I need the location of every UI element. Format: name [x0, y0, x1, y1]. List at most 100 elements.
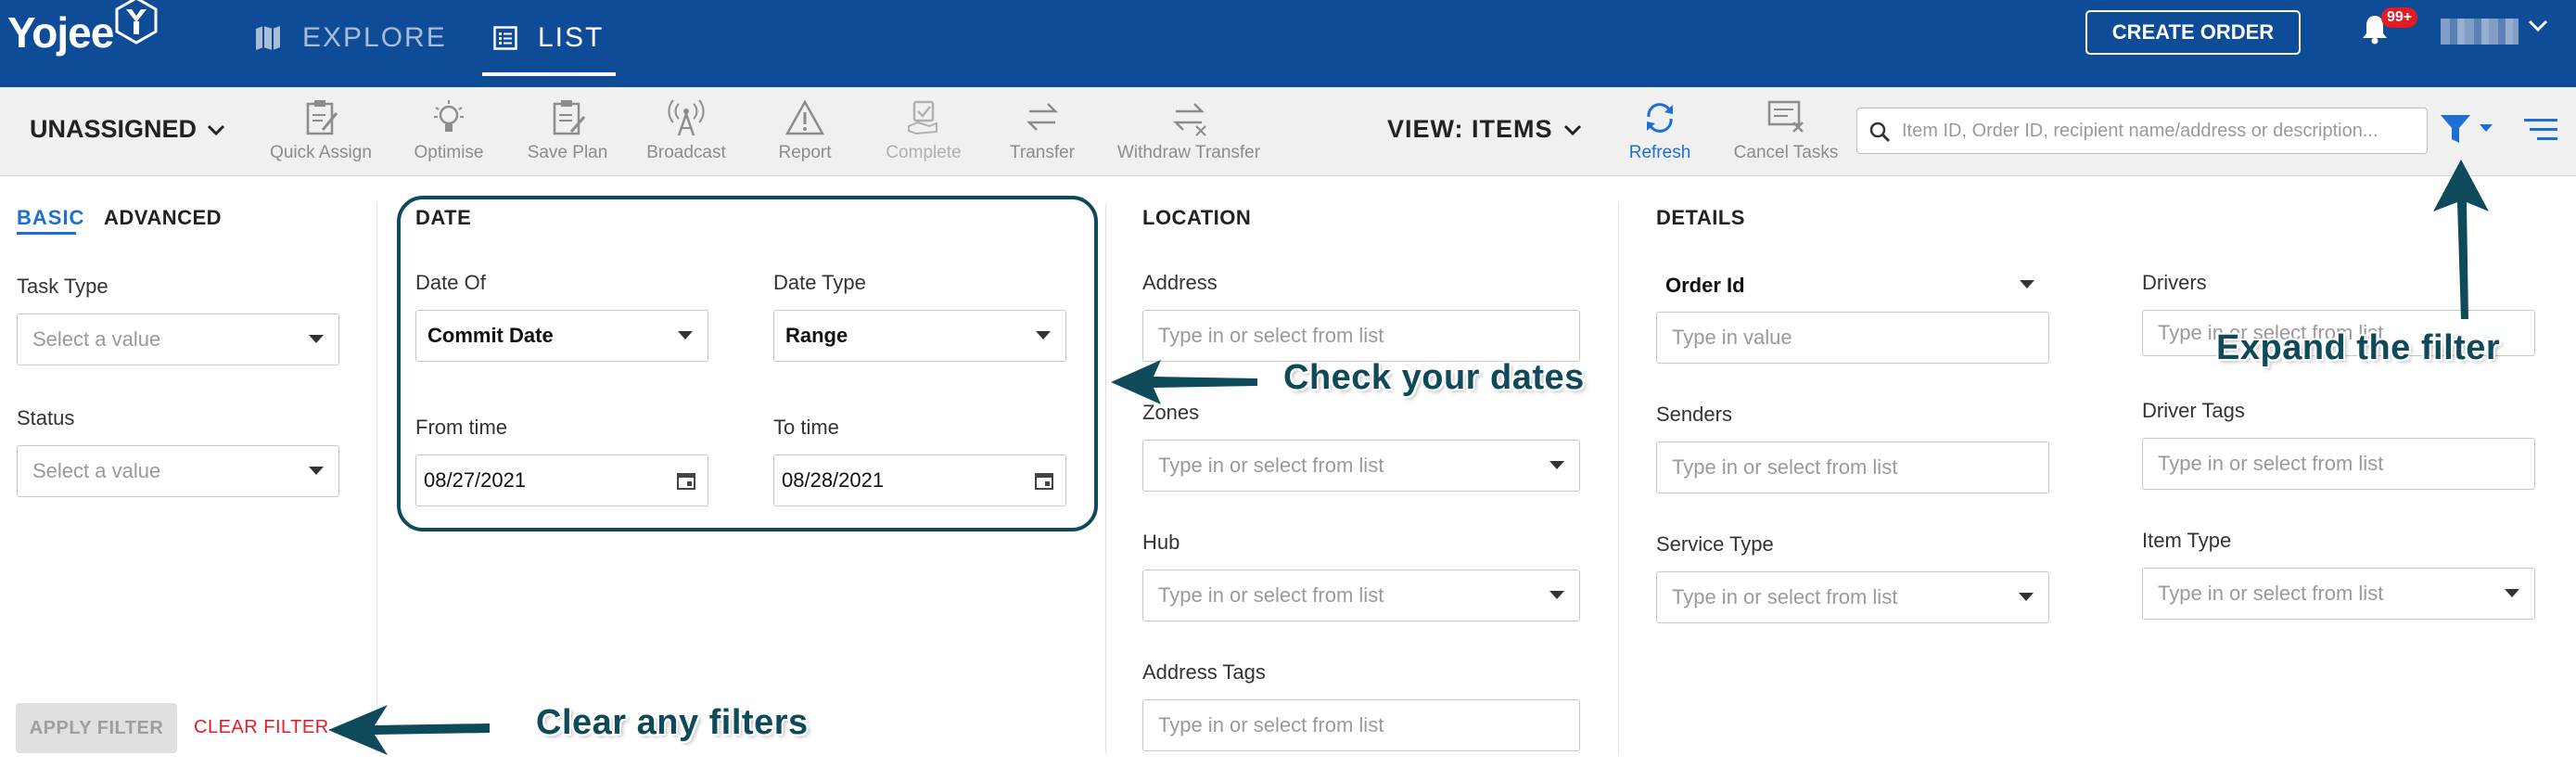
hub-label: Hub — [1142, 531, 1180, 554]
task-type-label: Task Type — [17, 275, 108, 298]
report-label: Report — [778, 143, 832, 162]
order-id-input[interactable]: Type in value — [1656, 312, 2049, 364]
assignment-view-label: UNASSIGNED — [30, 115, 198, 143]
create-order-button[interactable]: CREATE ORDER — [2085, 10, 2301, 55]
column-divider — [1618, 204, 1619, 753]
lightbulb-icon — [434, 100, 464, 132]
item-type-placeholder: Type in or select from list — [2158, 582, 2384, 605]
item-type-label: Item Type — [2142, 529, 2232, 552]
search-icon — [1869, 122, 1891, 143]
zones-select[interactable]: Type in or select from list — [1142, 440, 1580, 492]
view-selector-dropdown[interactable]: VIEW: ITEMS — [1387, 115, 1583, 144]
active-tab-indicator — [482, 72, 616, 76]
quick-assign-label: Quick Assign — [270, 143, 372, 162]
caret-down-icon — [2020, 280, 2034, 288]
senders-input[interactable]: Type in or select from list — [1656, 442, 2049, 493]
callout-check-dates: Check your dates — [1283, 358, 1585, 397]
withdraw-transfer-button[interactable]: Withdraw Transfer — [1109, 98, 1269, 163]
list-icon — [493, 26, 517, 50]
nav-tab-list-label: LIST — [538, 22, 605, 53]
column-divider — [1105, 204, 1106, 753]
chevron-down-icon — [207, 124, 225, 135]
brand-logo[interactable]: Yojee — [7, 0, 158, 58]
transfer-button[interactable]: Transfer — [994, 98, 1090, 163]
clipboard-edit-icon — [306, 100, 338, 135]
callout-clear-filters: Clear any filters — [536, 703, 809, 742]
callout-arrow-left-icon — [328, 705, 490, 755]
hub-placeholder: Type in or select from list — [1158, 583, 1384, 607]
yojee-logo-icon — [115, 0, 158, 45]
address-tags-label: Address Tags — [1142, 660, 1266, 684]
driver-tags-label: Driver Tags — [2142, 399, 2245, 422]
cancel-tasks-label: Cancel Tasks — [1733, 143, 1839, 162]
map-icon — [256, 26, 280, 50]
service-type-select[interactable]: Type in or select from list — [1656, 571, 2049, 623]
complete-button[interactable]: Complete — [877, 98, 970, 163]
item-type-select[interactable]: Type in or select from list — [2142, 568, 2535, 620]
view-selector-label: VIEW: ITEMS — [1387, 115, 1553, 143]
user-name-redacted[interactable] — [2441, 19, 2519, 45]
caret-down-icon — [1549, 461, 1564, 469]
clear-filter-link[interactable]: CLEAR FILTER — [194, 717, 329, 738]
refresh-icon — [1647, 103, 1673, 133]
withdraw-transfer-label: Withdraw Transfer — [1116, 143, 1261, 162]
save-plan-label: Save Plan — [527, 143, 608, 162]
column-divider — [376, 204, 377, 753]
cancel-tasks-button[interactable]: Cancel Tasks — [1728, 98, 1843, 163]
address-input[interactable]: Type in or select from list — [1142, 310, 1580, 362]
hub-select[interactable]: Type in or select from list — [1142, 570, 1580, 621]
refresh-button[interactable]: Refresh — [1621, 98, 1699, 163]
action-toolbar: UNASSIGNED Quick Assign Optimise Save Pl… — [0, 87, 2576, 176]
driver-tags-input[interactable]: Type in or select from list — [2142, 438, 2535, 490]
assignment-view-dropdown[interactable]: UNASSIGNED — [30, 115, 226, 144]
sort-lines-icon[interactable] — [2522, 117, 2559, 143]
caret-down-icon — [1549, 591, 1564, 599]
apply-filter-button[interactable]: APPLY FILTER — [16, 703, 177, 753]
hand-check-icon — [908, 100, 937, 135]
filter-funnel-icon[interactable] — [2439, 113, 2498, 145]
nav-tab-explore-label: EXPLORE — [302, 22, 447, 53]
tab-advanced[interactable]: ADVANCED — [104, 206, 222, 230]
address-tags-input[interactable]: Type in or select from list — [1142, 699, 1580, 751]
task-type-select[interactable]: Select a value — [17, 314, 339, 365]
top-nav-bar: Yojee EXPLORE LIST CREATE ORDER 99+ — [0, 0, 2576, 87]
optimise-label: Optimise — [414, 143, 484, 162]
chevron-down-icon — [1563, 124, 1581, 135]
optimise-button[interactable]: Optimise — [401, 98, 497, 163]
report-button[interactable]: Report — [760, 98, 849, 163]
callout-arrow-up-icon — [2433, 160, 2489, 319]
address-label: Address — [1142, 271, 1218, 294]
senders-label: Senders — [1656, 403, 1732, 426]
caret-down-icon — [309, 335, 324, 343]
service-type-label: Service Type — [1656, 532, 1774, 556]
transfer-label: Transfer — [1009, 143, 1076, 162]
nav-tab-list[interactable]: LIST — [493, 0, 604, 76]
chevron-down-icon[interactable] — [2527, 19, 2549, 33]
brand-name: Yojee — [7, 8, 114, 57]
active-tab-indicator — [17, 232, 76, 235]
status-placeholder: Select a value — [32, 459, 161, 482]
notification-badge: 99+ — [2381, 7, 2418, 28]
filter-panel: BASIC ADVANCED Task Type Select a value … — [0, 176, 2576, 781]
order-id-field-selector[interactable]: Order Id — [1656, 260, 2049, 312]
refresh-label: Refresh — [1628, 143, 1691, 162]
callout-expand-filter: Expand the filter — [2216, 328, 2501, 367]
nav-tab-explore[interactable]: EXPLORE — [254, 0, 447, 76]
address-tags-placeholder: Type in or select from list — [1158, 713, 1384, 736]
order-id-placeholder: Type in value — [1672, 326, 1792, 349]
search-input[interactable] — [1902, 109, 2421, 153]
caret-down-icon — [309, 467, 324, 475]
quick-assign-button[interactable]: Quick Assign — [267, 98, 375, 163]
save-plan-button[interactable]: Save Plan — [519, 98, 616, 163]
status-label: Status — [17, 406, 75, 429]
callout-arrow-left-icon — [1111, 360, 1257, 404]
senders-placeholder: Type in or select from list — [1672, 455, 1898, 479]
cancel-tasks-icon — [1767, 100, 1804, 133]
status-select[interactable]: Select a value — [17, 445, 339, 497]
complete-label: Complete — [886, 143, 962, 162]
zones-placeholder: Type in or select from list — [1158, 454, 1384, 477]
tab-basic[interactable]: BASIC — [17, 206, 84, 230]
address-placeholder: Type in or select from list — [1158, 324, 1384, 347]
broadcast-button[interactable]: Broadcast — [640, 98, 733, 163]
withdraw-transfer-icon — [1172, 103, 1206, 136]
